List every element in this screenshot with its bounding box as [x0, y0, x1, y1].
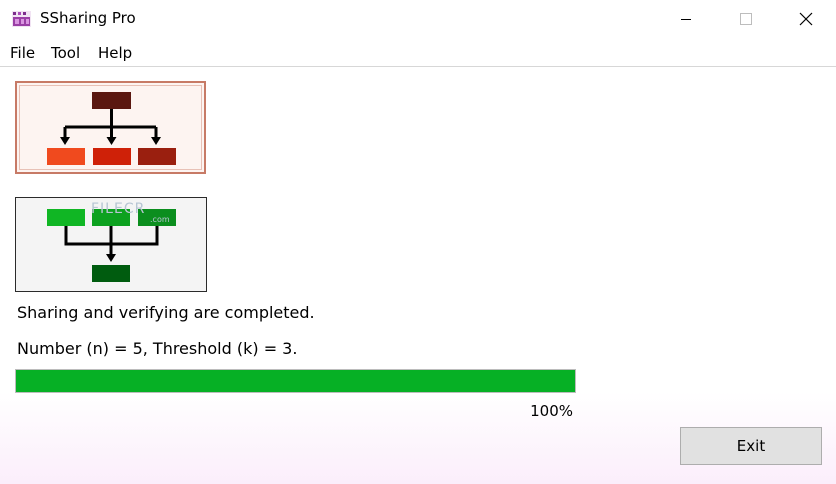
- maximize-button[interactable]: [716, 0, 776, 38]
- watermark: FILECR: [91, 201, 146, 217]
- window-title: SSharing Pro: [40, 9, 136, 27]
- share-button[interactable]: [15, 81, 206, 174]
- menu-file[interactable]: File: [10, 44, 35, 62]
- menu-bar: File Tool Help: [0, 38, 836, 67]
- progress-percent: 100%: [530, 402, 573, 420]
- share-diagram-icon: [47, 92, 176, 165]
- menu-tool[interactable]: Tool: [51, 44, 80, 62]
- progress-bar-fill: [16, 370, 575, 392]
- close-icon: [799, 12, 813, 26]
- close-button[interactable]: [776, 0, 836, 38]
- progress-bar: [15, 369, 576, 393]
- watermark-suffix: .com: [150, 215, 170, 224]
- maximize-icon: [740, 13, 752, 25]
- status-message: Sharing and verifying are completed.: [17, 303, 315, 322]
- main-content: FILECR .com Sharing and verifying are co…: [0, 67, 836, 484]
- minimize-icon: [681, 19, 691, 20]
- parameters-text: Number (n) = 5, Threshold (k) = 3.: [17, 339, 298, 358]
- menu-help[interactable]: Help: [98, 44, 132, 62]
- minimize-button[interactable]: [656, 0, 716, 38]
- app-logo-icon: [12, 11, 31, 27]
- exit-button[interactable]: Exit: [680, 427, 822, 465]
- title-bar: SSharing Pro: [0, 0, 836, 38]
